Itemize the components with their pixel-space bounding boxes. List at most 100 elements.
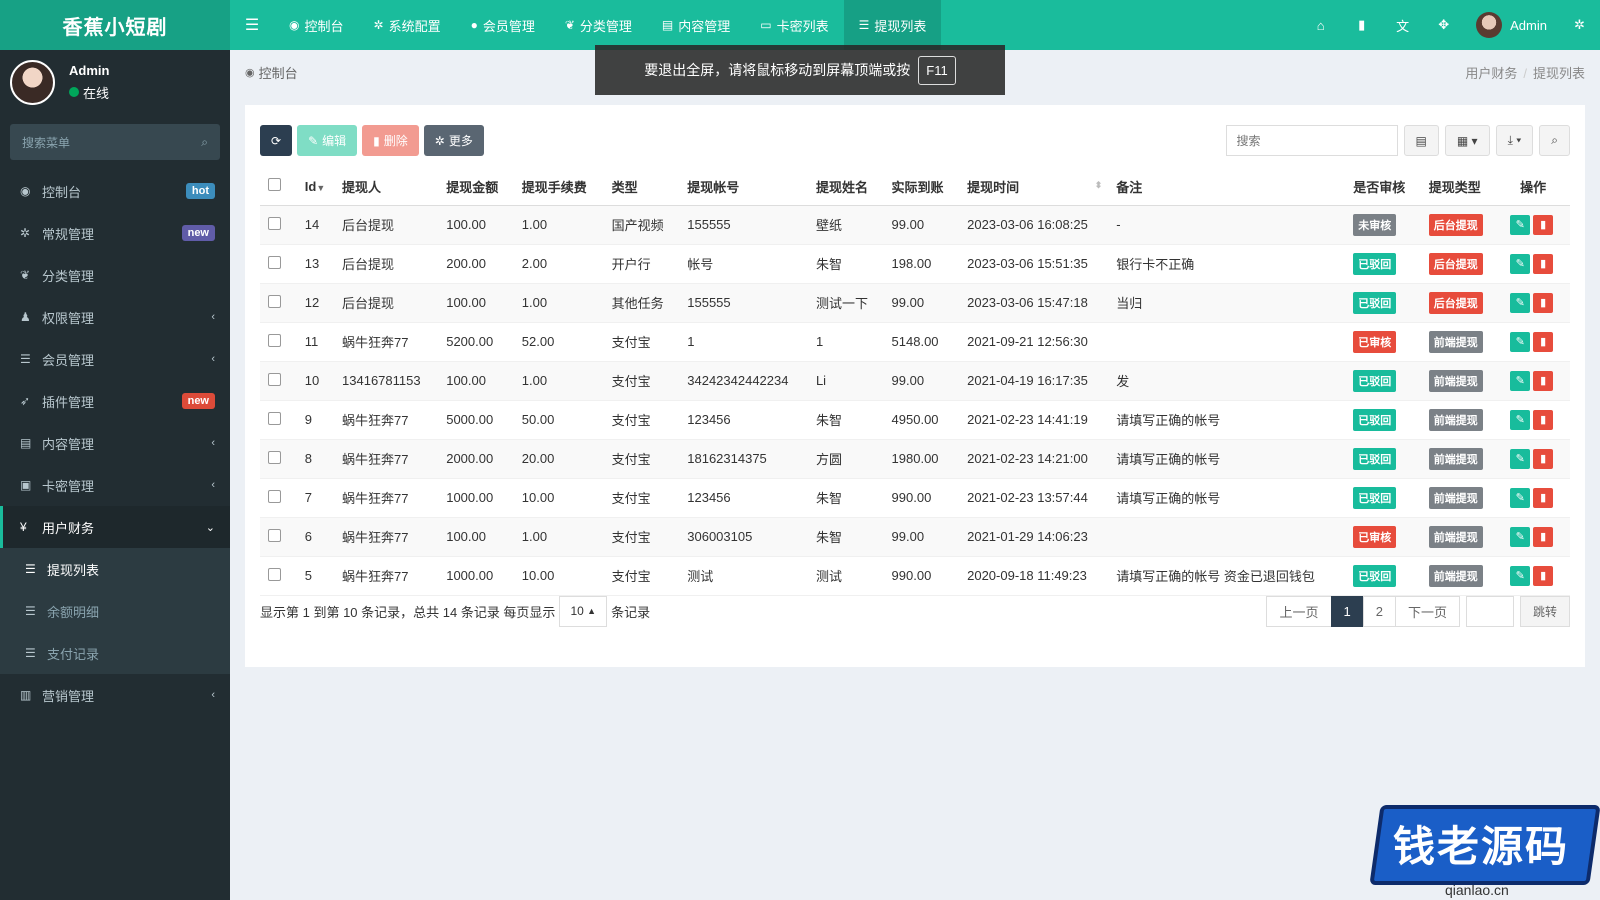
sidebar-item[interactable]: ➶ 插件管理 new (0, 380, 230, 422)
delete-button[interactable]: ▮ 删除 (362, 125, 419, 156)
page-button-2[interactable]: 2 (1362, 595, 1396, 627)
row-checkbox[interactable] (268, 372, 281, 386)
topnav-item[interactable]: ▤ 内容管理 (647, 0, 745, 50)
row-delete-button[interactable]: ▮ (1533, 292, 1554, 313)
sidebar-item[interactable]: ❦ 分类管理 (0, 254, 230, 296)
fullscreen-icon[interactable]: ✥ (1423, 0, 1464, 50)
cell-remark: - (1108, 205, 1346, 245)
row-edit-button[interactable]: ✎ (1510, 448, 1531, 469)
table-row[interactable]: 9 蜗牛狂奔77 5000.00 50.00 支付宝 123456 朱智 4950.00 202… (260, 400, 1570, 440)
topnav-item[interactable]: ☰ 提现列表 (843, 0, 942, 50)
sidebar-item[interactable]: ▥ 营销管理 ‹ (0, 674, 230, 716)
table-row[interactable]: 7 蜗牛狂奔77 1000.00 10.00 支付宝 123456 朱智 990.00 2021… (260, 478, 1570, 518)
sidebar-item-label: 卡密管理 (42, 478, 95, 494)
sidebar-item[interactable]: ▣ 卡密管理 ‹ (0, 464, 230, 506)
table-row[interactable]: 10 13416781153 100.00 1.00 支付宝 34242342442234… (260, 361, 1570, 401)
sidebar-item[interactable]: ☰ 支付记录 (0, 632, 230, 674)
export-button[interactable]: ⤓ ▾ (1495, 125, 1534, 156)
sidebar-item[interactable]: ▤ 内容管理 ‹ (0, 422, 230, 464)
row-edit-button[interactable]: ✎ (1510, 565, 1531, 586)
edit-button[interactable]: ✎ 编辑 (297, 125, 358, 156)
row-delete-button[interactable]: ▮ (1533, 214, 1554, 235)
prev-page-button[interactable]: 上一页 (1266, 595, 1332, 627)
sidebar-item[interactable]: ♟ 权限管理 ‹ (0, 296, 230, 338)
table-search-input[interactable] (1225, 125, 1398, 156)
menu-badge: new (181, 393, 215, 409)
next-page-button[interactable]: 下一页 (1394, 595, 1460, 627)
table-row[interactable]: 13 后台提现 200.00 2.00 开户行 帐号 朱智 198.00 2023-03-06 … (260, 244, 1570, 284)
topnav-item[interactable]: ❦ 分类管理 (550, 0, 647, 50)
cell-actions: ✎ ▮ (1496, 478, 1570, 518)
row-checkbox[interactable] (268, 294, 281, 308)
sidebar-item[interactable]: ☰ 提现列表 (0, 548, 230, 590)
topnav-item[interactable]: ● 会员管理 (456, 0, 550, 50)
row-delete-button[interactable]: ▮ (1533, 331, 1554, 352)
jump-button[interactable]: 跳转 (1519, 595, 1570, 627)
table-row[interactable]: 5 蜗牛狂奔77 1000.00 10.00 支付宝 测试 测试 990.00 2020-09-… (260, 556, 1570, 596)
row-edit-button[interactable]: ✎ (1510, 292, 1531, 313)
export-icon: ⤓ ▾ (1507, 133, 1522, 147)
row-delete-button[interactable]: ▮ (1533, 526, 1554, 547)
columns-button[interactable]: ▦ ▾ (1444, 125, 1490, 156)
cell-fee: 1.00 (513, 361, 604, 401)
row-checkbox[interactable] (268, 216, 281, 230)
table-row[interactable]: 12 后台提现 100.00 1.00 其他任务 155555 测试一下 99.00 2023-… (260, 283, 1570, 323)
row-checkbox[interactable] (268, 255, 281, 269)
row-checkbox[interactable] (268, 411, 281, 425)
row-delete-button[interactable]: ▮ (1533, 409, 1554, 430)
row-delete-button[interactable]: ▮ (1533, 370, 1554, 391)
app-logo[interactable]: 香蕉小短剧 (0, 0, 230, 50)
topnav-item[interactable]: ✲ 系统配置 (359, 0, 456, 50)
search-icon[interactable]: ⌕ (201, 135, 208, 150)
row-edit-button[interactable]: ✎ (1510, 487, 1531, 508)
sidebar-item[interactable]: ☰ 会员管理 ‹ (0, 338, 230, 380)
more-button[interactable]: ✲ 更多 (423, 125, 484, 156)
table-row[interactable]: 14 后台提现 100.00 1.00 国产视频 155555 壁纸 99.00 2023-03… (260, 205, 1570, 245)
header-user-menu[interactable]: Admin (1464, 0, 1559, 50)
table-row[interactable]: 11 蜗牛狂奔77 5200.00 52.00 支付宝 1 1 5148.00 2021-09-… (260, 322, 1570, 362)
content-home[interactable]: ◉ 控制台 (245, 63, 298, 82)
row-checkbox[interactable] (268, 450, 281, 464)
row-checkbox[interactable] (268, 333, 281, 347)
sidebar-item[interactable]: ☰ 余额明细 (0, 590, 230, 632)
select-all-checkbox[interactable] (268, 178, 281, 192)
table-row[interactable]: 6 蜗牛狂奔77 100.00 1.00 支付宝 306003105 朱智 99.00 2021… (260, 517, 1570, 557)
page-size-select[interactable]: 10 ▲ (559, 595, 608, 627)
cell-user: 蜗牛狂奔77 (334, 400, 439, 440)
cell-name: 测试一下 (807, 283, 884, 323)
breadcrumb-item[interactable]: 用户财务 (1465, 66, 1517, 81)
sidebar-item[interactable]: ¥ 用户财务 ⌄ (0, 506, 230, 548)
jump-page-input[interactable] (1465, 595, 1514, 627)
refresh-button[interactable]: ⟳ (260, 125, 293, 156)
row-edit-button[interactable]: ✎ (1510, 409, 1531, 430)
row-delete-button[interactable]: ▮ (1533, 565, 1554, 586)
table-row[interactable]: 8 蜗牛狂奔77 2000.00 20.00 支付宝 18162314375 方圆 1980.… (260, 439, 1570, 479)
advanced-search-button[interactable]: ⌕ (1539, 125, 1570, 156)
sidebar-item[interactable]: ◉ 控制台 hot (0, 170, 230, 212)
sidebar-item[interactable]: ✲ 常规管理 new (0, 212, 230, 254)
toggle-view-button[interactable]: ▤ (1403, 125, 1439, 156)
row-delete-button[interactable]: ▮ (1533, 448, 1554, 469)
column-header[interactable]: Id▼ (296, 168, 335, 206)
topnav-item[interactable]: ▭ 卡密列表 (745, 0, 843, 50)
settings-gear-icon[interactable]: ✲ (1559, 0, 1600, 50)
language-icon[interactable]: 文 (1382, 0, 1423, 50)
home-icon[interactable]: ⌂ (1300, 0, 1341, 50)
trash-icon[interactable]: ▮ (1341, 0, 1382, 50)
sidebar-search-input[interactable]: 搜索菜单 ⌕ (10, 124, 220, 160)
row-checkbox[interactable] (268, 489, 281, 503)
row-checkbox[interactable] (268, 528, 281, 542)
row-delete-button[interactable]: ▮ (1533, 487, 1554, 508)
topnav-item[interactable]: ◉ 控制台 (274, 0, 359, 50)
row-edit-button[interactable]: ✎ (1510, 214, 1531, 235)
row-edit-button[interactable]: ✎ (1510, 253, 1531, 274)
row-delete-button[interactable]: ▮ (1533, 253, 1554, 274)
row-checkbox[interactable] (268, 567, 281, 581)
row-edit-button[interactable]: ✎ (1510, 331, 1531, 352)
pencil-icon: ✎ (1515, 375, 1525, 387)
sidebar-toggle-icon[interactable]: ☰ (230, 0, 274, 50)
page-button-1[interactable]: 1 (1330, 595, 1364, 627)
row-edit-button[interactable]: ✎ (1510, 526, 1531, 547)
column-header[interactable]: 提现时间 ⬍ (959, 168, 1109, 206)
row-edit-button[interactable]: ✎ (1510, 370, 1531, 391)
